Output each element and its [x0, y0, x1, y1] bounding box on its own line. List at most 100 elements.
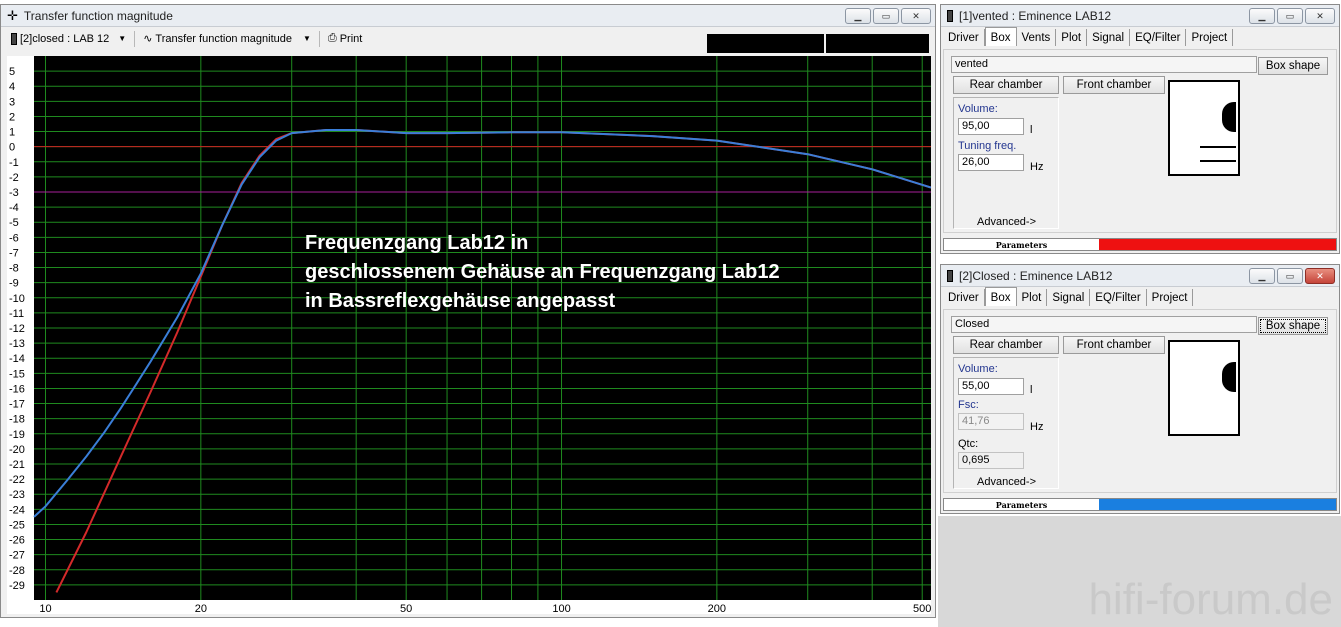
tab-project[interactable]: Project [1146, 289, 1194, 306]
x-tick-label: 10 [39, 603, 51, 614]
closed-titlebar[interactable]: [2]Closed : Eminence LAB12 ▁ ▭ ✕ [941, 265, 1339, 287]
rear-chamber-button[interactable]: Rear chamber [953, 76, 1059, 94]
y-tick-label: -10 [9, 293, 25, 305]
y-tick-label: -13 [9, 338, 25, 350]
driver-select[interactable]: [2]closed : LAB 12 ▼ [7, 29, 130, 48]
tuning-unit: Hz [1030, 161, 1044, 173]
front-chamber-button[interactable]: Front chamber [1063, 336, 1165, 354]
tab-eq-filter[interactable]: EQ/Filter [1090, 289, 1147, 306]
status-color-bar [1099, 499, 1336, 510]
view-select-label: Transfer function magnitude [155, 32, 292, 45]
y-tick-label: -26 [9, 535, 25, 547]
speaker-icon [947, 269, 953, 282]
y-tick-label: -22 [9, 474, 25, 486]
closed-status-bar: Parameters [943, 498, 1337, 511]
tab-vents[interactable]: Vents [1016, 29, 1057, 46]
y-tick-label: -2 [9, 172, 19, 184]
x-tick-label: 50 [400, 603, 412, 614]
y-tick-label: 3 [9, 96, 15, 108]
readout-box-1 [707, 34, 824, 53]
minimize-button[interactable]: ▁ [845, 8, 871, 24]
window-title: Transfer function magnitude [23, 8, 173, 23]
y-tick-label: -27 [9, 550, 25, 562]
volume-label: Volume: [958, 363, 998, 375]
y-tick-label: 1 [9, 127, 15, 139]
parameters-label: Parameters [944, 239, 1099, 250]
volume-unit: l [1030, 124, 1033, 136]
closed-window: [2]Closed : Eminence LAB12 ▁ ▭ ✕ Driver B… [940, 264, 1340, 514]
view-select[interactable]: ∿ Transfer function magnitude ▼ [139, 29, 315, 48]
y-tick-label: -7 [9, 247, 19, 259]
rear-chamber-button[interactable]: Rear chamber [953, 336, 1059, 354]
chevron-down-icon: ▼ [302, 34, 311, 43]
advanced-link[interactable]: Advanced-> [977, 476, 1036, 488]
chart-titlebar[interactable]: ✛ Transfer function magnitude ▁ ▭ ✕ [1, 5, 935, 27]
vented-box-panel: vented Box shape Rear chamber Front cham… [943, 49, 1337, 233]
y-tick-label: -19 [9, 429, 25, 441]
tab-signal[interactable]: Signal [1087, 29, 1131, 46]
tab-plot[interactable]: Plot [1056, 29, 1088, 46]
tab-plot[interactable]: Plot [1016, 289, 1048, 306]
fsc-field: 41,76 [958, 413, 1024, 430]
qtc-label: Qtc: [958, 438, 979, 450]
tab-box[interactable]: Box [984, 287, 1017, 306]
x-tick-label: 200 [708, 603, 726, 614]
box-name-field[interactable]: vented [951, 56, 1257, 73]
volume-unit: l [1030, 384, 1033, 396]
chevron-down-icon: ▼ [118, 34, 127, 43]
volume-label: Volume: [958, 103, 998, 115]
y-tick-label: -15 [9, 368, 25, 380]
status-color-bar [1099, 239, 1336, 250]
tab-driver[interactable]: Driver [943, 289, 985, 306]
close-button[interactable]: ✕ [901, 8, 931, 24]
maximize-button[interactable]: ▭ [873, 8, 899, 24]
tab-eq-filter[interactable]: EQ/Filter [1130, 29, 1187, 46]
x-tick-label: 500 [913, 603, 931, 614]
y-tick-label: -25 [9, 519, 25, 531]
annotation-line: Frequenzgang Lab12 in [305, 232, 528, 254]
closed-box-diagram [1168, 340, 1240, 436]
desktop-area: hifi-forum.de [938, 516, 1341, 627]
crosshair-icon: ✛ [7, 7, 18, 23]
tab-box[interactable]: Box [984, 27, 1017, 46]
closed-box-panel: Closed Box shape Rear chamber Front cham… [943, 309, 1337, 493]
transfer-function-plot[interactable]: 543210-1-2-3-4-5-6-7-8-9-10-11-12-13-14-… [7, 56, 931, 614]
front-chamber-button[interactable]: Front chamber [1063, 76, 1165, 94]
y-tick-label: -20 [9, 444, 25, 456]
tab-signal[interactable]: Signal [1047, 289, 1091, 306]
vented-box-diagram [1168, 80, 1240, 176]
tuning-input[interactable]: 26,00 [958, 154, 1024, 171]
volume-input[interactable]: 55,00 [958, 378, 1024, 395]
watermark: hifi-forum.de [1088, 575, 1333, 624]
box-shape-button[interactable]: Box shape [1258, 57, 1328, 75]
speaker-icon [11, 32, 17, 45]
minimize-button[interactable]: ▁ [1249, 8, 1275, 24]
box-name-field[interactable]: Closed [951, 316, 1257, 333]
box-shape-button[interactable]: Box shape [1258, 317, 1328, 335]
maximize-button[interactable]: ▭ [1277, 268, 1303, 284]
vented-titlebar[interactable]: [1]vented : Eminence LAB12 ▁ ▭ ✕ [941, 5, 1339, 27]
fsc-label: Fsc: [958, 399, 979, 411]
maximize-button[interactable]: ▭ [1277, 8, 1303, 24]
closed-title: [2]Closed : Eminence LAB12 [959, 268, 1113, 283]
y-tick-label: -9 [9, 278, 19, 290]
close-button[interactable]: ✕ [1305, 8, 1335, 24]
print-button[interactable]: ⎙ Print [324, 29, 366, 48]
y-tick-label: -24 [9, 504, 25, 516]
volume-input[interactable]: 95,00 [958, 118, 1024, 135]
y-tick-label: -5 [9, 217, 19, 229]
close-button[interactable]: ✕ [1305, 268, 1335, 284]
y-tick-label: -18 [9, 414, 25, 426]
fsc-unit: Hz [1030, 421, 1044, 433]
y-tick-label: -16 [9, 383, 25, 395]
tab-driver[interactable]: Driver [943, 29, 985, 46]
port-line [1200, 146, 1236, 148]
advanced-link[interactable]: Advanced-> [977, 216, 1036, 228]
x-tick-label: 20 [195, 603, 207, 614]
tab-project[interactable]: Project [1186, 29, 1234, 46]
minimize-button[interactable]: ▁ [1249, 268, 1275, 284]
y-tick-label: -14 [9, 353, 25, 365]
parameters-label: Parameters [944, 499, 1099, 510]
annotation-line: in Bassreflexgehäuse angepasst [305, 290, 615, 312]
y-tick-label: -12 [9, 323, 25, 335]
